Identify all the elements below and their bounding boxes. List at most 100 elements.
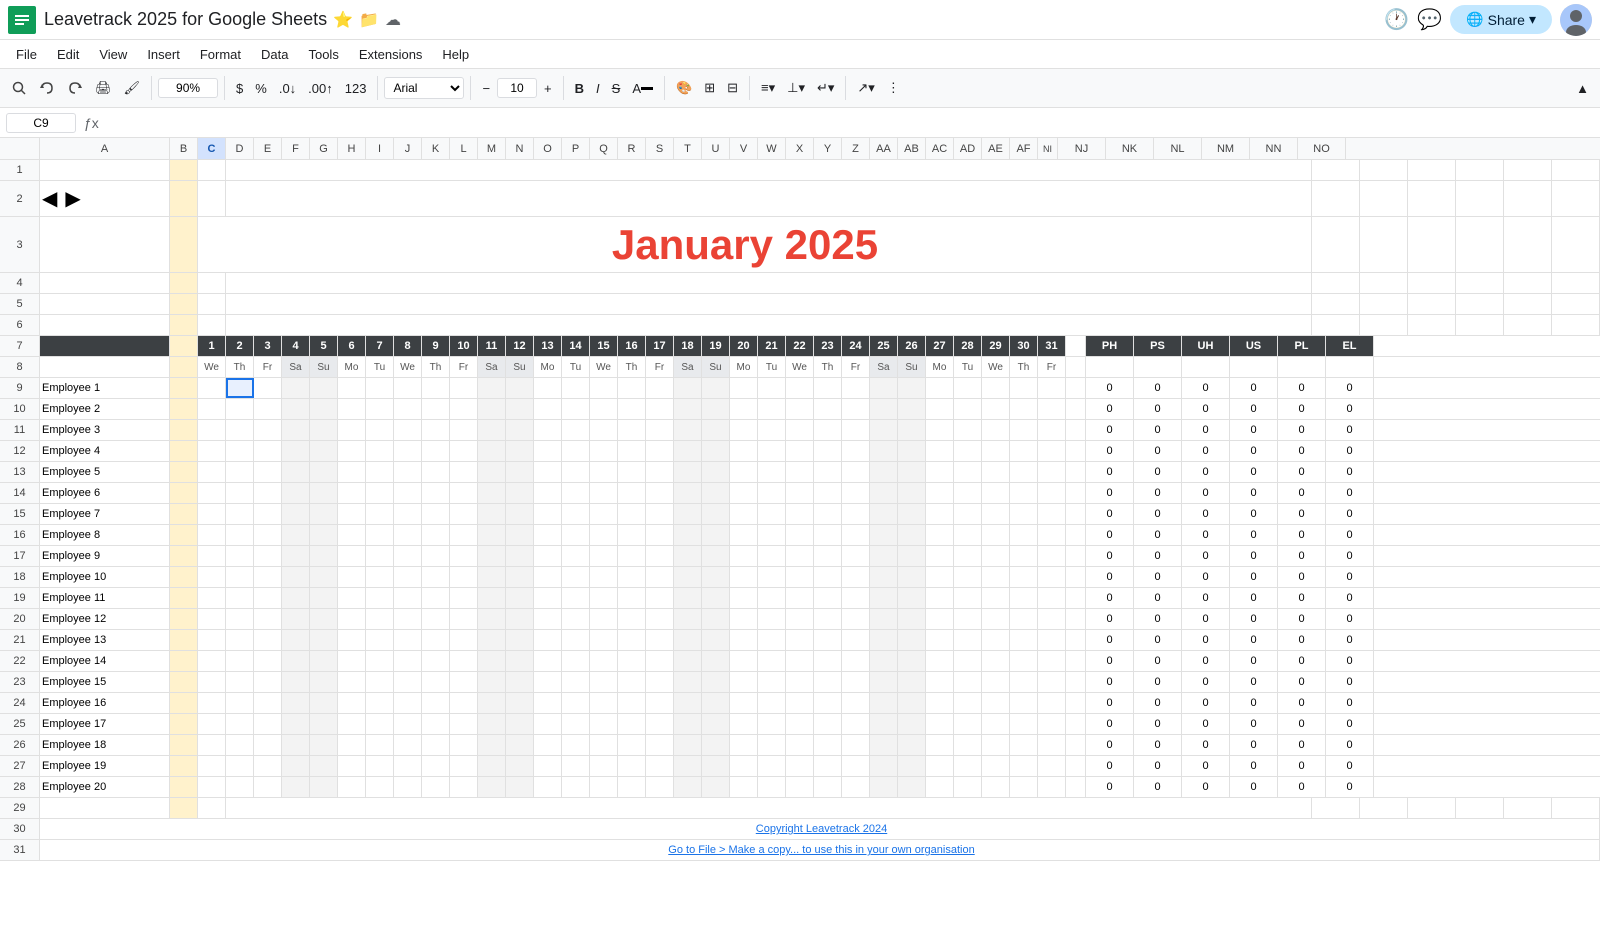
row8-day-abbr-18[interactable]: Sa — [674, 357, 702, 377]
cell-day-25-4[interactable] — [282, 714, 310, 734]
vertical-align-button[interactable]: ⊥▾ — [782, 78, 810, 98]
cell-day-15-11[interactable] — [478, 504, 506, 524]
cell-day-19-31[interactable] — [1038, 588, 1066, 608]
cell-day-24-12[interactable] — [506, 693, 534, 713]
cell-day-18-22[interactable] — [786, 567, 814, 587]
cell-day-27-8[interactable] — [394, 756, 422, 776]
cell-day-14-21[interactable] — [758, 483, 786, 503]
cell-day-27-4[interactable] — [282, 756, 310, 776]
cell-day-13-20[interactable] — [730, 462, 758, 482]
cell-day-27-29[interactable] — [982, 756, 1010, 776]
cell-summary-21-US[interactable]: 0 — [1230, 630, 1278, 650]
cell-day-14-4[interactable] — [282, 483, 310, 503]
cell-day-20-2[interactable] — [226, 609, 254, 629]
cell-day-22-14[interactable] — [562, 651, 590, 671]
cell-summary-1-US[interactable] — [1456, 160, 1504, 180]
cell-summary-25-UH[interactable]: 0 — [1182, 714, 1230, 734]
cell-day-11-16[interactable] — [618, 420, 646, 440]
cell-day-9-17[interactable] — [646, 378, 674, 398]
cell-day-23-1[interactable] — [198, 672, 226, 692]
cell-day-10-28[interactable] — [954, 399, 982, 419]
cell-summary-1-PS[interactable] — [1360, 160, 1408, 180]
cell-day-27-10[interactable] — [450, 756, 478, 776]
cell-day-25-8[interactable] — [394, 714, 422, 734]
cell-day-20-17[interactable] — [646, 609, 674, 629]
row8-day-abbr-4[interactable]: Sa — [282, 357, 310, 377]
row-num-19[interactable]: 19 — [0, 588, 40, 608]
cell-day-23-23[interactable] — [814, 672, 842, 692]
cell-day-24-26[interactable] — [898, 693, 926, 713]
cell-summary-20-US[interactable]: 0 — [1230, 609, 1278, 629]
cell-summary-12-US[interactable]: 0 — [1230, 441, 1278, 461]
cell-day-12-7[interactable] — [366, 441, 394, 461]
font-size-box[interactable]: 10 — [497, 78, 537, 98]
cell-day-9-28[interactable] — [954, 378, 982, 398]
cell-day-16-4[interactable] — [282, 525, 310, 545]
cell-B25[interactable] — [170, 714, 198, 734]
row7-day-4[interactable]: 4 — [282, 336, 310, 356]
cell-day-18-21[interactable] — [758, 567, 786, 587]
cell-day-10-20[interactable] — [730, 399, 758, 419]
cell-day-12-10[interactable] — [450, 441, 478, 461]
cell-day-28-29[interactable] — [982, 777, 1010, 797]
row7-day-7[interactable]: 7 — [366, 336, 394, 356]
row-num-3[interactable]: 3 — [0, 217, 40, 272]
cell-day-10-14[interactable] — [562, 399, 590, 419]
cell-day-9-3[interactable] — [254, 378, 282, 398]
cell-summary-10-PH[interactable]: 0 — [1086, 399, 1134, 419]
cell-day-11-29[interactable] — [982, 420, 1010, 440]
cell-day-11-14[interactable] — [562, 420, 590, 440]
cell-NI-6[interactable] — [1292, 315, 1312, 335]
cell-day-25-11[interactable] — [478, 714, 506, 734]
cell-day-21-22[interactable] — [786, 630, 814, 650]
currency-button[interactable]: $ — [231, 79, 248, 98]
cell-day-23-17[interactable] — [646, 672, 674, 692]
cell-day-11-22[interactable] — [786, 420, 814, 440]
cell-summary-6-PS[interactable] — [1360, 315, 1408, 335]
cell-day-25-27[interactable] — [926, 714, 954, 734]
cell-day-23-27[interactable] — [926, 672, 954, 692]
cell-day-14-13[interactable] — [534, 483, 562, 503]
cell-day-26-29[interactable] — [982, 735, 1010, 755]
cell-day-18-14[interactable] — [562, 567, 590, 587]
cell-employee-name-16[interactable]: Employee 8 — [40, 525, 170, 545]
cell-day-25-12[interactable] — [506, 714, 534, 734]
row8-summary-US[interactable] — [1230, 357, 1278, 377]
cell-summary-1-EL[interactable] — [1552, 160, 1600, 180]
cell-day-15-27[interactable] — [926, 504, 954, 524]
cell-summary-29-2[interactable] — [1360, 798, 1408, 818]
cell-day-24-31[interactable] — [1038, 693, 1066, 713]
cell-day-26-31[interactable] — [1038, 735, 1066, 755]
cell-day-12-30[interactable] — [1010, 441, 1038, 461]
avatar[interactable] — [1560, 4, 1592, 36]
cell-day-28-7[interactable] — [366, 777, 394, 797]
cell-day-22-20[interactable] — [730, 651, 758, 671]
cell-day-18-20[interactable] — [730, 567, 758, 587]
cell-day-18-5[interactable] — [310, 567, 338, 587]
cell-day-17-20[interactable] — [730, 546, 758, 566]
cell-day-17-12[interactable] — [506, 546, 534, 566]
row7-day-11[interactable]: 11 — [478, 336, 506, 356]
cell-summary-15-PS[interactable]: 0 — [1134, 504, 1182, 524]
cell-day-11-2[interactable] — [226, 420, 254, 440]
row7-day-20[interactable]: 20 — [730, 336, 758, 356]
cell-summary-16-UH[interactable]: 0 — [1182, 525, 1230, 545]
cell-day-20-23[interactable] — [814, 609, 842, 629]
cell-day-13-1[interactable] — [198, 462, 226, 482]
cell-day-21-16[interactable] — [618, 630, 646, 650]
cell-summary-9-UH[interactable]: 0 — [1182, 378, 1230, 398]
cell-day-27-14[interactable] — [562, 756, 590, 776]
cell-day-18-26[interactable] — [898, 567, 926, 587]
cell-day-23-18[interactable] — [674, 672, 702, 692]
cell-day-27-26[interactable] — [898, 756, 926, 776]
cell-day-9-5[interactable] — [310, 378, 338, 398]
row8-day-abbr-31[interactable]: Fr — [1038, 357, 1066, 377]
cell-day-17-5[interactable] — [310, 546, 338, 566]
cell-day-15-7[interactable] — [366, 504, 394, 524]
cell-C4[interactable] — [198, 273, 226, 293]
row-num-22[interactable]: 22 — [0, 651, 40, 671]
row8-summary-EL[interactable] — [1326, 357, 1374, 377]
cell-day-16-31[interactable] — [1038, 525, 1066, 545]
cell-day-18-30[interactable] — [1010, 567, 1038, 587]
cell-summary-17-PL[interactable]: 0 — [1278, 546, 1326, 566]
